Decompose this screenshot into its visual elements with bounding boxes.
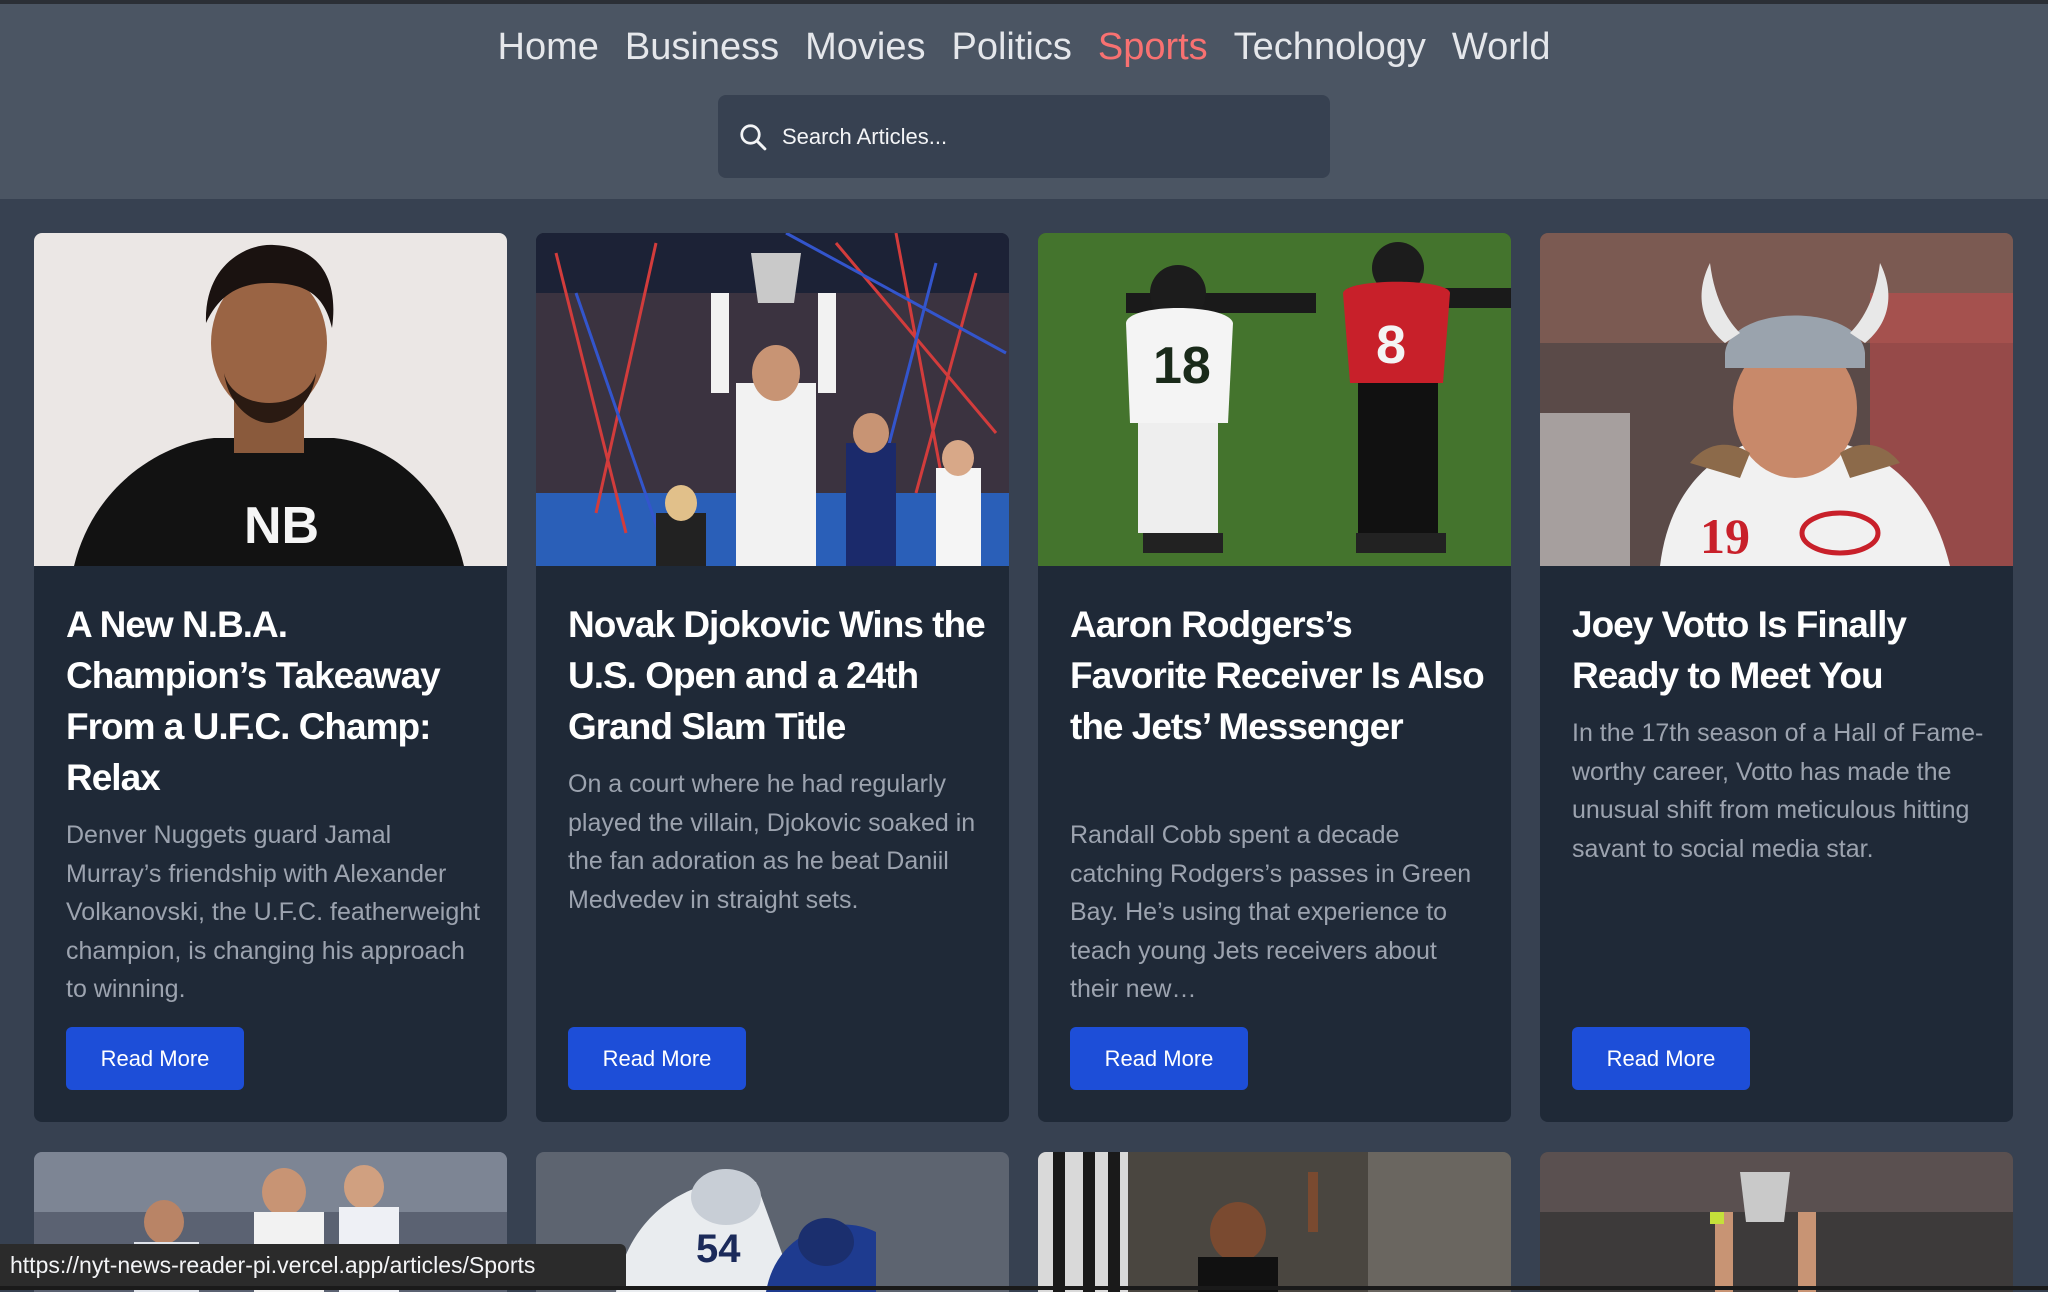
read-more-button[interactable]: Read More	[66, 1027, 244, 1090]
search-input[interactable]	[782, 124, 1302, 150]
nav-business[interactable]: Business	[625, 24, 779, 70]
article-card: 19 Joey Votto Is Finally Ready to Meet Y…	[1540, 233, 2013, 1122]
article-image[interactable]: 18 8	[1038, 233, 1511, 566]
article-title[interactable]: Joey Votto Is Finally Ready to Meet You	[1572, 599, 1992, 701]
nav-technology[interactable]: Technology	[1234, 24, 1426, 70]
article-card: NB A New N.B.A. Champion’s Takeaway From…	[34, 233, 507, 1122]
article-abstract: On a court where he had regularly played…	[568, 765, 988, 919]
article-abstract: Denver Nuggets guard Jamal Murray’s frie…	[66, 816, 486, 1009]
read-more-button[interactable]: Read More	[1070, 1027, 1248, 1090]
category-nav: Home Business Movies Politics Sports Tec…	[0, 24, 2048, 70]
read-more-button[interactable]: Read More	[568, 1027, 746, 1090]
site-header: Home Business Movies Politics Sports Tec…	[0, 4, 2048, 199]
article-card-image[interactable]	[1540, 1152, 2013, 1292]
nav-politics[interactable]: Politics	[951, 24, 1071, 70]
nav-sports[interactable]: Sports	[1098, 24, 1208, 70]
article-image[interactable]: 19	[1540, 233, 2013, 566]
article-card-image[interactable]	[1038, 1152, 1511, 1292]
article-title[interactable]: Novak Djokovic Wins the U.S. Open and a …	[568, 599, 988, 752]
window-bottom-border	[0, 1286, 2048, 1290]
article-image[interactable]	[536, 233, 1009, 566]
article-image[interactable]: NB	[34, 233, 507, 566]
svg-text:NB: NB	[244, 497, 319, 555]
svg-text:18: 18	[1153, 337, 1211, 395]
article-card: Novak Djokovic Wins the U.S. Open and a …	[536, 233, 1009, 1122]
nav-home[interactable]: Home	[498, 24, 599, 70]
svg-text:8: 8	[1376, 315, 1406, 375]
article-title[interactable]: Aaron Rodgers’s Favorite Receiver Is Als…	[1070, 599, 1490, 752]
article-title[interactable]: A New N.B.A. Champion’s Takeaway From a …	[66, 599, 486, 803]
article-card: 18 8 Aaron Rodgers’s Favorite Receiver I…	[1038, 233, 1511, 1122]
svg-text:19: 19	[1700, 508, 1750, 564]
nav-world[interactable]: World	[1452, 24, 1551, 70]
article-abstract: In the 17th season of a Hall of Fame-wor…	[1572, 714, 1992, 868]
search-box[interactable]	[718, 95, 1330, 178]
link-status-bar: https://nyt-news-reader-pi.vercel.app/ar…	[0, 1244, 626, 1286]
article-abstract: Randall Cobb spent a decade catching Rod…	[1070, 816, 1490, 1009]
search-icon	[738, 122, 768, 152]
svg-text:54: 54	[696, 1227, 741, 1271]
read-more-button[interactable]: Read More	[1572, 1027, 1750, 1090]
nav-movies[interactable]: Movies	[805, 24, 925, 70]
